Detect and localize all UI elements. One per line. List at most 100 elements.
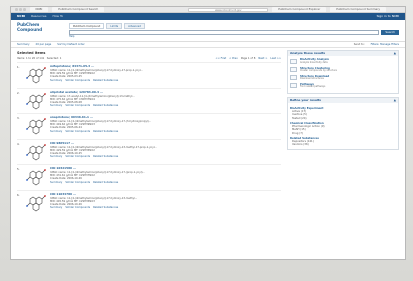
tab-advanced[interactable]: Advanced [124,23,145,30]
result-action-link[interactable]: Similar Compounds [65,155,90,158]
browser-window: NCBI PubChem Compound Search www.ncbi.nl… [10,6,406,260]
collapse-icon[interactable]: ▲ [394,51,396,55]
tool-thumbnail-icon [290,83,297,89]
pubchem-logo[interactable]: PubChem Compound [17,22,61,33]
result-action-link[interactable]: Similar Compounds [65,104,90,107]
analysis-tool[interactable]: BioActivity Analysis Analyze bioactivity … [290,58,396,64]
result-action-link[interactable]: Summary [50,155,62,158]
result-action-link[interactable]: Related Substances [93,155,118,158]
next-page-link[interactable]: Next > [258,57,267,60]
howto-link[interactable]: How To [52,14,63,19]
result-action-link[interactable]: Summary [50,181,62,184]
result-item: 5. CID 10321580 ... IUPAC name: 11-[4-(dim… [17,164,281,190]
result-info: ulipristal acetate; 126784-99-4 ... IUPAC… [50,91,281,112]
result-action-link[interactable]: Similar Compounds [65,130,90,133]
result-title-link[interactable]: onapristone; 96346-61-1 ... [50,116,281,119]
result-title-link[interactable]: ulipristal acetate; 126784-99-4 ... [50,91,281,94]
analysis-tool[interactable]: Structure Clustering Cluster compounds by… [290,67,396,73]
minimize-dot-icon[interactable] [19,8,22,11]
browser-tab[interactable]: PubChem Compound Search [52,7,105,12]
result-action-link[interactable]: Summary [50,206,62,209]
result-actions: Summary Similar Compounds Related Substanc… [50,104,281,107]
sort-by-link[interactable]: Sort by Default order [57,43,84,46]
analysis-tool[interactable]: Structure Download Download structures [290,75,396,81]
result-action-link[interactable]: Summary [50,79,62,82]
main-content: Selected items Items: 1 to 20 of 141 Sel… [11,48,405,258]
results-count-row: Items: 1 to 20 of 141 Selected: 1 << Fir… [17,57,281,60]
resources-link[interactable]: Resources [31,14,46,19]
result-action-link[interactable]: Related Substances [93,130,118,133]
results-heading: Selected items [17,51,46,55]
close-dot-icon[interactable] [15,8,18,11]
analyze-box: Analyze these results ▲ BioActivity Anal… [287,50,399,94]
molecule-structure-icon[interactable] [25,167,47,187]
tools-list: BioActivity Analysis Analyze bioactivity … [288,56,398,92]
result-action-link[interactable]: Related Substances [93,79,118,82]
search-input[interactable] [69,30,380,36]
result-title-link[interactable]: CID 11034789 ... [50,193,281,196]
tool-thumbnail-icon [290,58,297,64]
last-page-link[interactable]: Last >> [270,57,281,60]
selected-count[interactable]: Selected: 1 [47,57,62,60]
result-number: 3. [17,117,20,121]
collapse-icon[interactable]: ▲ [394,98,396,102]
result-action-link[interactable]: Similar Compounds [65,79,90,82]
per-page-link[interactable]: 20 per page [36,43,52,46]
right-sidebar: Analyze these results ▲ BioActivity Anal… [287,50,399,256]
first-page-link[interactable]: << First [216,57,227,60]
results-count: Items: 1 to 20 of 141 [17,57,45,61]
ncbi-logo[interactable]: NCBI [17,14,25,19]
molecule-structure-icon[interactable] [25,91,47,111]
help-link[interactable]: Help [69,35,74,39]
help-links: Help [69,35,399,39]
molecule-structure-icon[interactable] [25,193,47,213]
result-action-link[interactable]: Summary [50,130,62,133]
result-item: 6. CID 11034789 ... IUPAC name: 11-[4-(dim… [17,189,281,216]
search-button[interactable]: Search [381,30,399,36]
result-info: CID 10321580 ... IUPAC name: 11-[4-(dimet… [50,167,281,188]
molecule-structure-icon[interactable] [25,65,47,85]
signin-link[interactable]: Sign in to NCBI [377,14,399,19]
window-controls [15,8,26,11]
tab-pubchem-compound[interactable]: PubChem Compound [69,23,105,30]
filters-link[interactable]: Filters: Manage Filters [371,43,399,46]
format-summary-link[interactable]: Summary [17,43,30,46]
result-detail: Create Date: 2006-10-26 [50,177,82,181]
result-number: 5. [17,168,20,172]
result-title-link[interactable]: mifepristone; 84371-65-3 ... [50,65,281,68]
result-actions: Summary Similar Compounds Related Substanc… [50,130,281,133]
logo-line-2: Compound [17,26,43,32]
molecule-structure-icon[interactable] [25,116,47,136]
maximize-dot-icon[interactable] [23,8,26,11]
result-title-link[interactable]: CID 9865117 ... [50,142,281,145]
result-actions: Summary Similar Compounds Related Substanc… [50,155,281,158]
browser-tab[interactable]: PubChem Compound Summary [330,7,387,12]
analysis-tool[interactable]: Pathways Find related pathways [290,83,396,89]
ncbi-bar: NCBI Resources How To Sign in to NCBI [11,13,405,20]
result-action-link[interactable]: Related Substances [93,206,118,209]
browser-tab[interactable]: NCBI [29,7,49,12]
result-title-link[interactable]: CID 10321580 ... [50,167,281,170]
url-bar[interactable]: www.ncbi.nlm.nih.gov [188,7,269,12]
result-action-link[interactable]: Related Substances [93,181,118,184]
molecule-structure-icon[interactable] [25,142,47,162]
result-action-link[interactable]: Related Substances [93,104,118,107]
search-row: Search [69,30,399,36]
result-action-link[interactable]: Similar Compounds [65,206,90,209]
prev-page-link[interactable]: < Prev [229,57,238,60]
tool-description: Analyze bioactivity data [300,60,328,64]
facet-item[interactable]: Tested (24) [290,117,396,121]
tab-limits[interactable]: Limits [106,23,123,30]
send-to-link[interactable]: Send to: [354,43,365,46]
result-info: onapristone; 96346-61-1 ... IUPAC name: 1… [50,116,281,137]
tool-thumbnail-icon [290,66,297,72]
result-action-link[interactable]: Summary [50,104,62,107]
page-header: PubChem Compound PubChem Compound Limits… [11,20,405,42]
search-area: PubChem Compound Limits Advanced Search … [69,23,399,39]
tool-thumbnail-icon [290,75,297,80]
facet-item[interactable]: Vendors (36) [290,143,396,147]
browser-tab[interactable]: PubChem Compound Explorer [272,7,327,12]
result-action-link[interactable]: Similar Compounds [65,181,90,184]
results-panel: Selected items Items: 1 to 20 of 141 Sel… [17,50,281,256]
facet-item[interactable]: Drug (7) [290,132,396,136]
